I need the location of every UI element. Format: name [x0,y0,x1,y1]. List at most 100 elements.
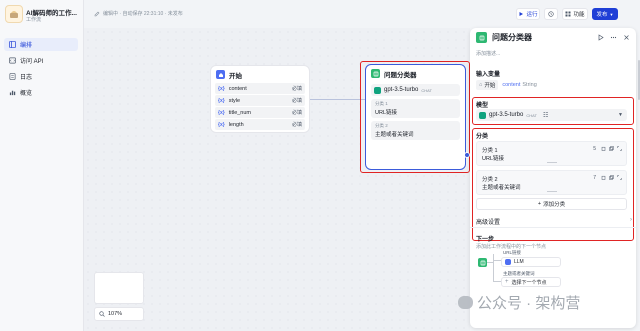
var-source: 开始 [484,83,496,89]
input-section-title: 输入变量 [476,72,501,78]
sidebar-item-logs[interactable]: 日志 [4,70,78,83]
class-item: 分类 2 主题或者关键词 [371,121,460,140]
log-icon [9,73,16,80]
delete-icon[interactable] [601,175,606,180]
model-mode-badge: CHAT [421,87,432,93]
settings-icon[interactable]: ☷ [543,112,548,119]
zoom-icon [99,311,105,317]
node-title: 问题分类器 [384,71,417,79]
status-text: 编辑中 · 自动保存 22:31:10 · 未发布 [103,11,183,17]
model-mode-badge: CHAT [526,112,537,118]
sidebar-item-label: 概览 [20,91,33,97]
next-step-title: 下一步 [476,237,495,243]
model-name: gpt-3.5-turbo [384,87,419,93]
classifier-icon [476,32,487,43]
zoom-value: 107% [108,311,123,317]
delete-icon[interactable] [601,146,606,151]
sidebar-item-orchestrate[interactable]: 编排 [4,38,78,51]
class-value: URL链接 [375,110,398,116]
class-item[interactable]: 分类 1 URL链接 5 [476,141,627,166]
classifier-icon [371,69,380,78]
var-row: {x} style 必填 [215,95,305,106]
history-button[interactable] [544,8,558,20]
chevron-right-icon: › [630,217,632,223]
app-avatar-icon [5,5,23,23]
chevron-down-icon: ▼ [618,112,623,118]
var-name: content [502,82,521,88]
model-name: gpt-3.5-turbo [489,112,524,118]
model-pill: gpt-3.5-turbo CHAT [371,84,460,96]
watermark-text: 公众号 · 架构营 [477,295,581,312]
app-header[interactable]: AI解码师的工作... 工作流 [5,5,81,27]
class-label: 分类 1 [482,148,498,154]
watermark: 公众号 · 架构营 [458,292,580,313]
add-class-label: 添加分类 [543,202,566,208]
left-sidebar: AI解码师的工作... 工作流 编排 访问 API 日志 概览 [0,0,84,331]
expand-icon[interactable] [617,146,622,151]
copy-icon[interactable] [609,146,614,151]
advanced-settings-toggle[interactable]: 高级设置 › [476,217,632,226]
copy-icon[interactable] [609,175,614,180]
edit-icon [94,11,100,16]
chevron-down-icon: ▼ [609,11,614,17]
plus-icon: + [537,201,542,207]
node-header: 开始 [211,66,309,83]
var-row: {x} content 必填 [215,83,305,94]
openai-icon [479,111,486,119]
select-next-node-button[interactable]: + 选择下一个节点 [501,277,561,287]
class-section-title: 分类 [476,134,489,140]
class-label: 分类 1 [375,101,388,106]
play-icon [519,12,524,16]
node-header: 问题分类器 [366,65,465,82]
workflow-canvas[interactable]: 开始 {x} content 必填 {x} style 必填 {x} title_num 必… [84,28,470,331]
var-chip: ⌂ 开始 [476,80,499,90]
publish-label: 发布 [596,12,608,18]
classifier-node[interactable]: 问题分类器 gpt-3.5-turbo CHAT 分类 1 URL链接 分类 2… [365,64,470,170]
features-button[interactable]: 功能 [562,8,588,20]
variable-icon: {x} [218,97,225,104]
description-input[interactable]: 添加描述... [476,50,500,57]
resize-handle[interactable] [547,162,557,163]
model-select[interactable]: gpt-3.5-turbo CHAT ☷ ▼ [476,109,627,121]
play-icon[interactable] [597,34,604,41]
advanced-label: 高级设置 [476,220,501,226]
var-required: 必填 [291,98,302,104]
input-variable[interactable]: ⌂ 开始 content String [476,80,632,90]
panel-header: 问题分类器 [476,32,532,43]
close-icon[interactable] [623,34,630,41]
var-name: style [228,97,240,104]
class-value[interactable]: 主题或者关键词 [482,183,521,191]
openai-icon [374,86,381,94]
branch-node-llm[interactable]: LLM [501,257,561,267]
branch-connector [493,260,501,261]
resize-handle[interactable] [547,191,557,192]
var-name: content [228,85,247,92]
features-label: 功能 [573,12,585,18]
sidebar-item-label: 访问 API [20,59,44,65]
variable-icon: {x} [218,121,225,128]
var-name: title_num [228,109,252,116]
top-bar: 编辑中 · 自动保存 22:31:10 · 未发布 运行 功能 发布 ▼ [84,0,640,28]
run-button[interactable]: 运行 [516,8,540,20]
class-label: 分类 2 [482,177,498,183]
branch-connector [493,281,501,282]
sidebar-item-overview[interactable]: 概览 [4,86,78,99]
class-item[interactable]: 分类 2 主题或者关键词 7 [476,170,627,195]
sidebar-item-api[interactable]: 访问 API [4,54,78,67]
var-row: {x} length 必填 [215,119,305,130]
start-node[interactable]: 开始 {x} content 必填 {x} style 必填 {x} title_num 必… [210,65,310,133]
expand-icon[interactable] [617,175,622,180]
minimap[interactable] [94,272,144,304]
branch-connector [493,254,494,282]
more-icon[interactable] [610,34,617,41]
classifier-icon [478,258,487,267]
class-value[interactable]: URL链接 [482,154,504,162]
run-label: 运行 [526,12,538,18]
zoom-control[interactable]: 107% [94,307,144,321]
var-required: 必填 [291,86,302,92]
publish-button[interactable]: 发布 ▼ [592,8,618,20]
add-class-button[interactable]: + 添加分类 [476,198,627,210]
wechat-icon [458,296,473,309]
api-icon [9,57,16,64]
var-required: 必填 [291,110,302,116]
